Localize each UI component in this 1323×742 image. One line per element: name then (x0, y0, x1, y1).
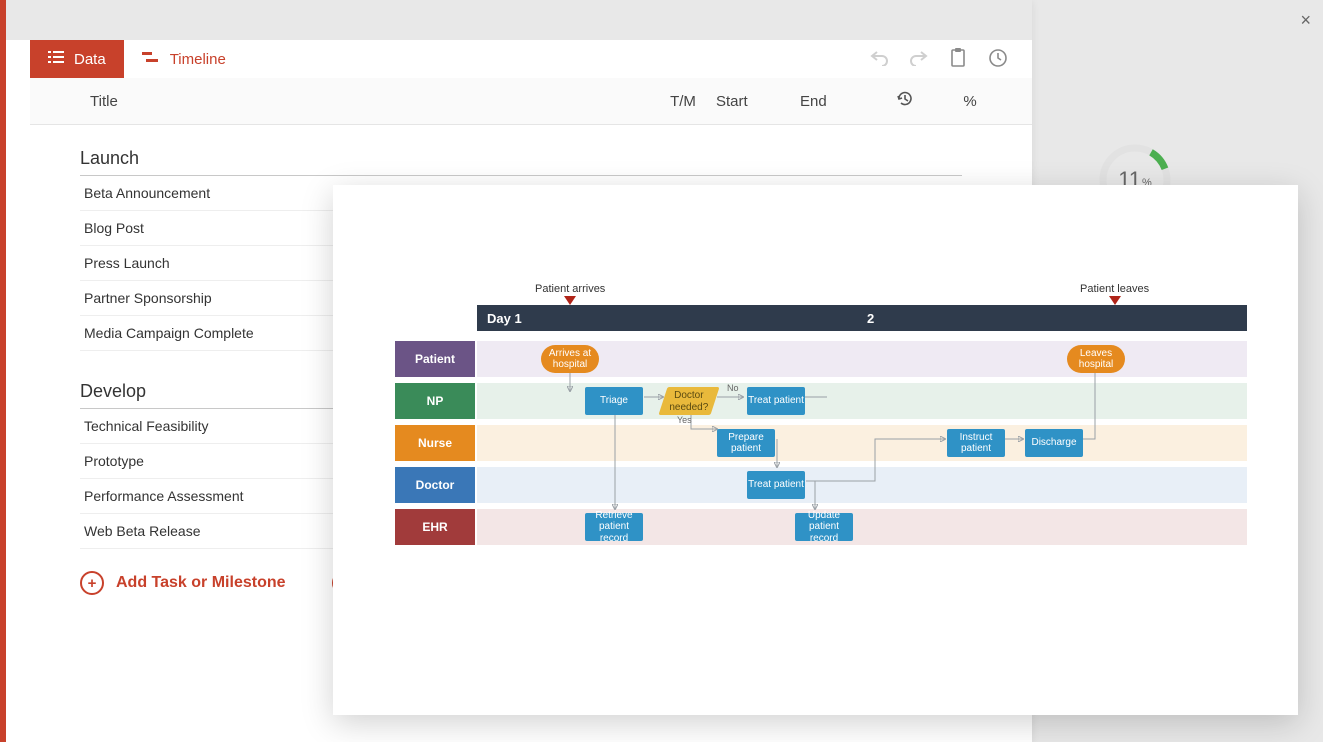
clock-icon[interactable] (988, 48, 1008, 71)
tab-timeline-label: Timeline (170, 51, 226, 68)
node-arrives: Arrives at hospital (541, 345, 599, 373)
list-icon (48, 50, 64, 68)
marker-leave: Patient leaves (1080, 283, 1149, 305)
node-instruct: Instruct patient (947, 429, 1005, 457)
add-task-label: Add Task or Milestone (116, 574, 286, 592)
col-end: End (790, 93, 870, 110)
redo-button[interactable] (910, 50, 928, 69)
lane-label: NP (395, 383, 475, 419)
node-update: Update patient record (795, 513, 853, 541)
tab-data[interactable]: Data (30, 40, 124, 78)
undo-button[interactable] (870, 50, 888, 69)
lane-label: Patient (395, 341, 475, 377)
lane-nurse: Nurse (395, 425, 1247, 461)
col-history (870, 90, 940, 112)
label-yes: Yes (677, 415, 692, 425)
col-start: Start (716, 93, 790, 110)
plus-circle-icon: + (80, 571, 104, 595)
group-launch[interactable]: Launch (80, 144, 962, 176)
label-no: No (727, 383, 739, 393)
swimlane-diagram: Patient arrives Patient leaves Day 1 2 P… (395, 299, 1247, 577)
clipboard-icon[interactable] (950, 48, 966, 71)
lane-label: EHR (395, 509, 475, 545)
node-retrieve: Retrieve patient record (585, 513, 643, 541)
tab-bar: Data Timeline (30, 40, 244, 78)
day-header: Day 1 2 (477, 305, 1247, 331)
node-decision: Doctor needed? (658, 387, 719, 415)
lane-label: Nurse (395, 425, 475, 461)
node-discharge: Discharge (1025, 429, 1083, 457)
col-percent: % (940, 93, 1000, 110)
node-treat-np: Treat patient (747, 387, 805, 415)
marker-arrive: Patient arrives (535, 283, 605, 305)
timeline-icon (142, 50, 160, 68)
col-title: Title (30, 93, 650, 110)
close-icon[interactable]: × (1300, 10, 1311, 31)
node-prepare: Prepare patient (717, 429, 775, 457)
lane-label: Doctor (395, 467, 475, 503)
col-tm: T/M (650, 93, 716, 110)
node-treat-doctor: Treat patient (747, 471, 805, 499)
node-triage: Triage (585, 387, 643, 415)
lane-doctor: Doctor (395, 467, 1247, 503)
panel-top-bg (6, 0, 1032, 40)
lane-np: NP (395, 383, 1247, 419)
swimlane-overlay: Patient arrives Patient leaves Day 1 2 P… (333, 185, 1298, 715)
tab-data-label: Data (74, 51, 106, 68)
tab-timeline[interactable]: Timeline (124, 40, 244, 78)
toolbar (870, 40, 1008, 78)
node-leaves: Leaves hospital (1067, 345, 1125, 373)
column-headers: Title T/M Start End % (30, 78, 1032, 125)
